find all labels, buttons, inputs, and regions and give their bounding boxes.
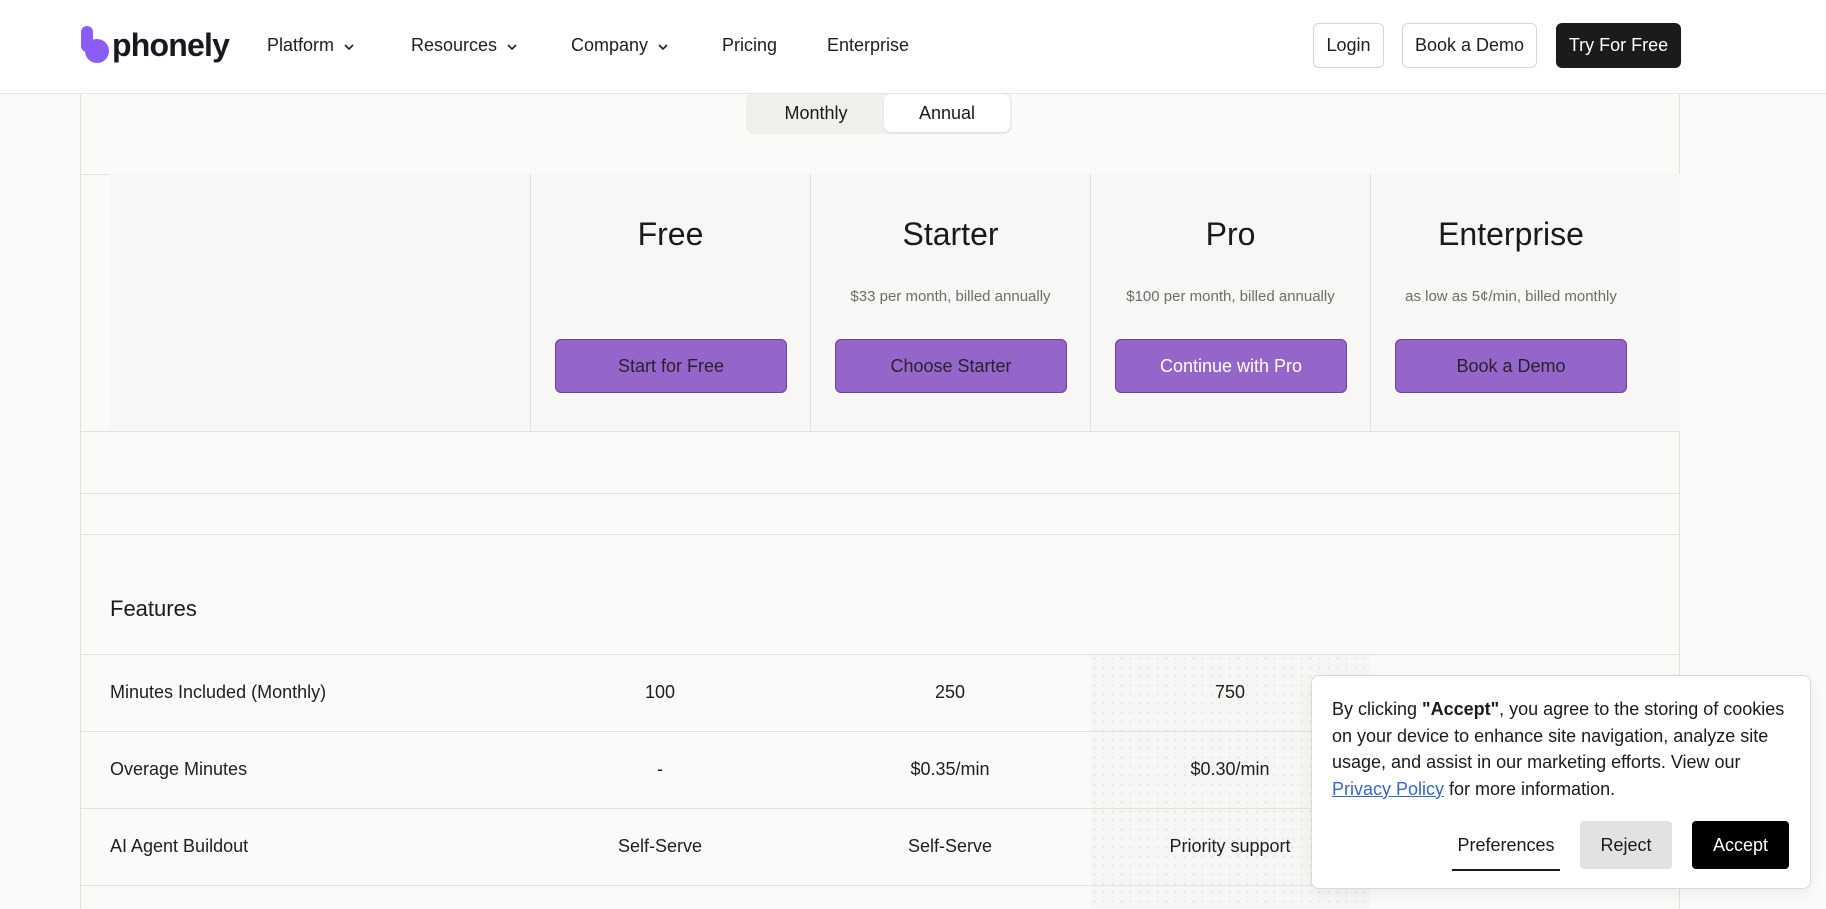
divider (80, 431, 1680, 432)
chevron-down-icon (656, 38, 670, 52)
preferences-button[interactable]: Preferences (1452, 821, 1560, 871)
billing-monthly-option[interactable]: Monthly (748, 94, 884, 132)
plan-price-note: $33 per month, billed annually (850, 288, 1051, 305)
try-for-free-button[interactable]: Try For Free (1556, 23, 1681, 68)
plan-price-note: as low as 5¢/min, billed monthly (1405, 288, 1617, 305)
plans-row: Free Start for Free Starter $33 per mont… (80, 174, 1680, 432)
feature-label: Minutes Included (Monthly) (110, 682, 327, 702)
nav-label: Platform (267, 34, 335, 55)
divider (80, 493, 1680, 494)
book-demo-plan-button[interactable]: Book a Demo (1395, 339, 1627, 393)
nav-enterprise[interactable]: Enterprise (827, 32, 909, 58)
phonely-logo-icon (79, 24, 111, 66)
book-demo-button[interactable]: Book a Demo (1402, 23, 1537, 68)
continue-with-pro-button[interactable]: Continue with Pro (1115, 339, 1347, 393)
cookie-banner: By clicking "Accept", you agree to the s… (1311, 675, 1811, 889)
billing-toggle: Monthly Annual (746, 92, 1012, 134)
cookie-text-after: for more information. (1444, 778, 1616, 799)
feature-label: AI Agent Buildout (110, 836, 249, 856)
plan-price-note: $100 per month, billed annually (1126, 288, 1335, 305)
nav-label: Enterprise (827, 34, 910, 55)
chevron-down-icon (342, 38, 356, 52)
plan-starter: Starter $33 per month, billed annually C… (810, 174, 1090, 432)
chevron-down-icon (505, 38, 519, 52)
choose-starter-button[interactable]: Choose Starter (835, 339, 1067, 393)
nav-label: Company (571, 34, 649, 55)
features-title: Features (110, 596, 197, 621)
accept-button[interactable]: Accept (1692, 821, 1789, 869)
cookie-accept-quoted: "Accept" (1422, 699, 1500, 719)
start-for-free-button[interactable]: Start for Free (555, 339, 787, 393)
site-header: phonely Platform Resources Company Prici… (0, 0, 1826, 94)
billing-annual-option[interactable]: Annual (884, 94, 1010, 132)
feature-label: Overage Minutes (110, 759, 248, 779)
nav-platform[interactable]: Platform (267, 32, 356, 58)
brand-name: phonely (112, 26, 230, 63)
cookie-message: By clicking "Accept", you agree to the s… (1332, 696, 1798, 802)
feature-value-free: Self-Serve (617, 836, 703, 856)
feature-value-starter: $0.35/min (910, 759, 990, 779)
plan-name: Enterprise (1438, 216, 1584, 252)
plan-name: Starter (902, 216, 999, 252)
plans-spacer (110, 174, 530, 432)
plan-name: Free (637, 216, 704, 252)
feature-value-free: 100 (644, 682, 676, 702)
plan-free: Free Start for Free (530, 174, 810, 432)
nav-label: Pricing (722, 34, 778, 55)
brand-logo[interactable]: phonely (79, 24, 230, 66)
plan-name: Pro (1205, 216, 1256, 252)
reject-button[interactable]: Reject (1580, 821, 1672, 869)
nav-label: Resources (411, 34, 498, 55)
privacy-policy-link[interactable]: Privacy Policy (1332, 779, 1444, 799)
plan-pro: Pro $100 per month, billed annually Cont… (1090, 174, 1370, 432)
cookie-text-before: By clicking (1332, 699, 1423, 719)
divider (80, 534, 1680, 535)
feature-value-free: - (657, 759, 663, 779)
feature-value-starter: Self-Serve (907, 836, 993, 856)
feature-value-starter: 250 (934, 682, 966, 702)
plan-enterprise: Enterprise as low as 5¢/min, billed mont… (1370, 174, 1680, 432)
nav-resources[interactable]: Resources (411, 32, 519, 58)
login-button[interactable]: Login (1313, 23, 1384, 68)
nav-company[interactable]: Company (571, 32, 670, 58)
nav-pricing[interactable]: Pricing (722, 32, 777, 58)
